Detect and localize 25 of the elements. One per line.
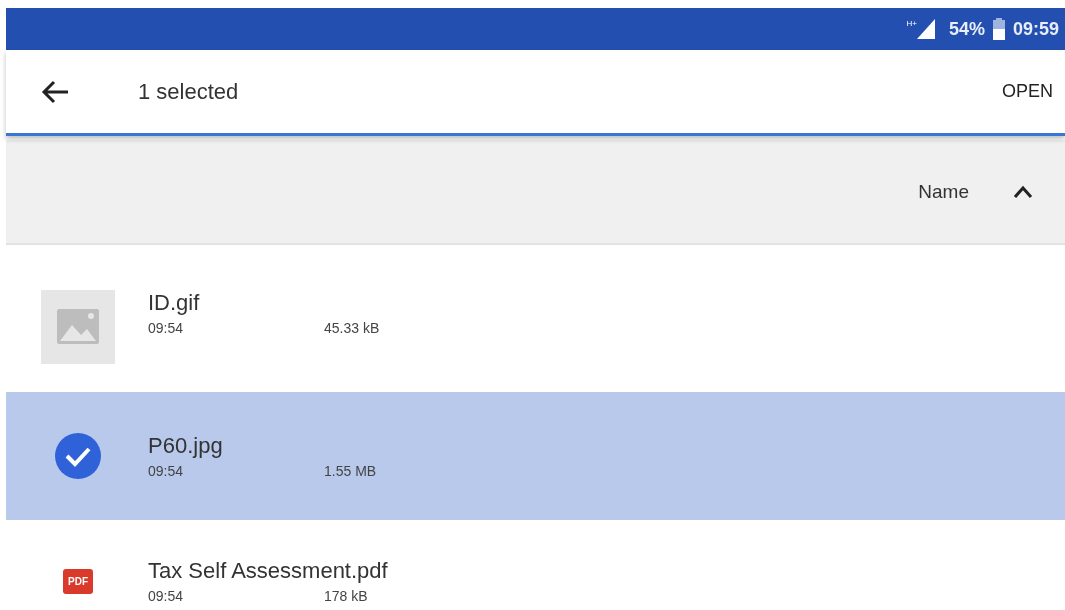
file-row[interactable]: ID.gif 09:54 45.33 kB (6, 270, 1065, 392)
check-icon (54, 432, 102, 480)
image-thumbnail-icon (41, 290, 115, 364)
battery-percent: 54% (948, 18, 985, 40)
signal-icon (916, 19, 935, 39)
network-type: H+ (906, 18, 917, 28)
file-time: 09:54 (148, 320, 185, 336)
pdf-file-icon: PDF (63, 568, 93, 594)
file-size: 178 kB (324, 588, 368, 604)
open-button[interactable]: OPEN (998, 77, 1057, 106)
file-size: 45.33 kB (324, 320, 380, 336)
file-name: Tax Self Assessment.pdf (148, 558, 388, 584)
battery-icon (992, 18, 1005, 40)
back-arrow-icon[interactable] (40, 78, 70, 105)
file-name: P60.jpg (148, 433, 224, 459)
file-time: 09:54 (148, 463, 185, 479)
selection-count: 1 selected (138, 78, 239, 105)
file-size: 1.55 MB (324, 463, 377, 479)
sort-order-icon[interactable] (1013, 184, 1033, 199)
file-name: ID.gif (148, 290, 201, 316)
sort-by-button[interactable]: Name (914, 176, 973, 207)
file-row[interactable]: PDF Tax Self Assessment.pdf 09:54 178 kB (6, 520, 1065, 610)
clock: 09:59 (1012, 18, 1059, 40)
file-row[interactable]: P60.jpg 09:54 1.55 MB (6, 392, 1065, 520)
file-time: 09:54 (148, 588, 185, 604)
